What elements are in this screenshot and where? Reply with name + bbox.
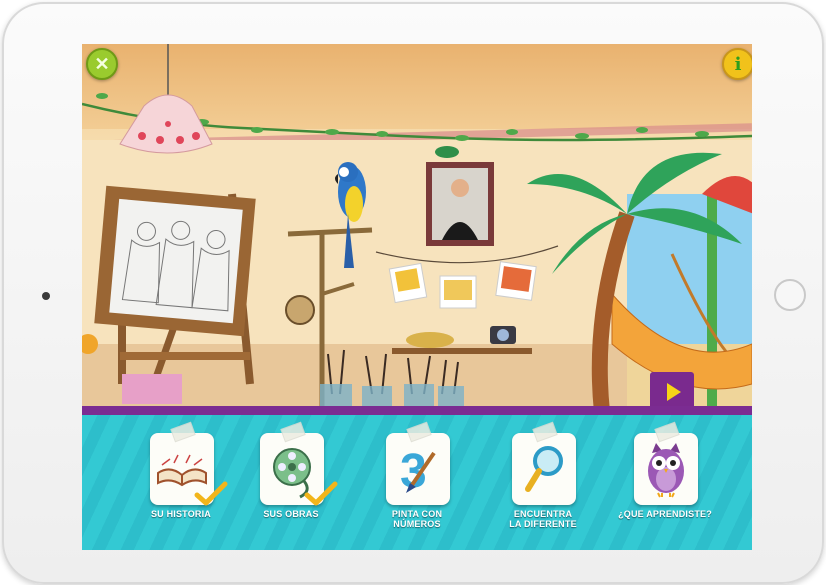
close-icon: ✕ [94, 53, 110, 74]
coiled-rope [285, 295, 315, 325]
menu-item-que-aprendiste[interactable]: ¿QUE APRENDISTE? [610, 421, 720, 543]
menu-label: ¿QUE APRENDISTE? [618, 509, 712, 519]
menu-label: SUS OBRAS [263, 509, 319, 519]
divider-bar [82, 406, 752, 415]
fabric [122, 374, 182, 404]
menu-card[interactable]: 3 [386, 421, 450, 505]
portrait [426, 162, 494, 246]
app-screen: ✕ i SU HISTORIA SUS OBRAS 3 PINTA CON NÚ… [82, 44, 752, 550]
menu-label: ENCUENTRA LA DIFERENTE [509, 509, 577, 529]
menu-card[interactable] [634, 421, 698, 505]
close-button[interactable]: ✕ [86, 48, 118, 80]
checkmark-icon [194, 481, 228, 506]
menu-item-encuentra-la-diferente[interactable]: ENCUENTRA LA DIFERENTE [488, 421, 598, 543]
shelf [392, 348, 532, 354]
menu-card[interactable] [512, 421, 576, 505]
scene-illustration [82, 44, 752, 412]
play-icon [666, 383, 681, 401]
shelf-object [406, 332, 454, 348]
menu-item-su-historia[interactable]: SU HISTORIA [126, 421, 236, 543]
info-icon: i [734, 53, 742, 75]
home-button[interactable] [774, 279, 806, 311]
menu-item-sus-obras[interactable]: SUS OBRAS [236, 421, 346, 543]
number-three-paintbrush-icon: 3 [400, 445, 436, 498]
easel [94, 185, 256, 391]
artist-studio-scene: ✕ i [82, 44, 752, 412]
menu-card[interactable] [150, 421, 228, 506]
menu-card[interactable] [260, 421, 338, 506]
info-button[interactable]: i [722, 48, 752, 80]
tablet-frame: ✕ i SU HISTORIA SUS OBRAS 3 PINTA CON NÚ… [2, 2, 824, 584]
menu-label: SU HISTORIA [150, 509, 212, 519]
camera-dot [42, 292, 50, 300]
magnifying-glass-icon [525, 446, 563, 492]
activity-menu: SU HISTORIA SUS OBRAS 3 PINTA CON NÚMERO… [82, 415, 752, 550]
menu-label: PINTA CON NÚMEROS [391, 509, 443, 529]
owl-icon [648, 443, 684, 498]
menu-item-pinta-con-numeros[interactable]: 3 PINTA CON NÚMEROS [362, 421, 472, 543]
checkmark-icon [304, 481, 338, 506]
